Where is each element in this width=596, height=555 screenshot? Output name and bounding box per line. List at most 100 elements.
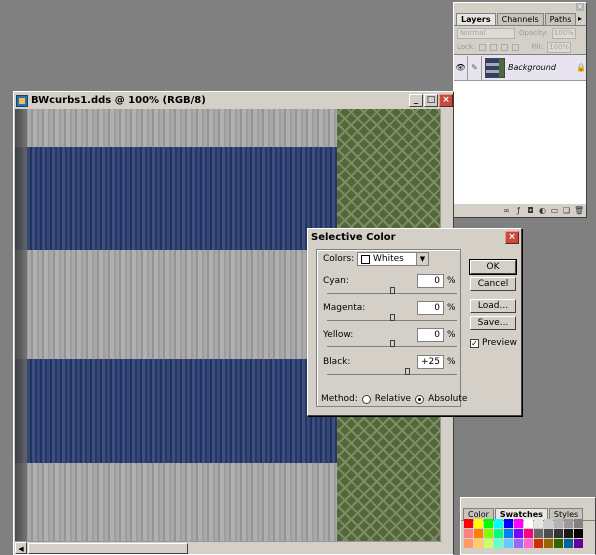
black-slider-thumb[interactable]	[405, 368, 410, 375]
swatch-cell[interactable]	[494, 519, 503, 528]
swatch-cell[interactable]	[464, 519, 473, 528]
mask-icon[interactable]: ◘	[526, 206, 535, 215]
absolute-label: Absolute	[428, 394, 468, 404]
cyan-slider[interactable]	[327, 287, 457, 294]
brush-icon[interactable]: ✎	[468, 55, 482, 80]
swatch-cell[interactable]	[544, 529, 553, 538]
texture-blue-band	[15, 359, 337, 463]
scroll-left-icon[interactable]: ◀	[15, 542, 27, 554]
lock-image-icon[interactable]	[490, 43, 498, 51]
palette-titlebar[interactable]: ×	[454, 3, 586, 12]
layer-row-background[interactable]: 👁 ✎ Background 🔒	[454, 55, 586, 81]
load-button[interactable]: Load...	[470, 299, 516, 313]
swatch-cell[interactable]	[524, 529, 533, 538]
minimize-button[interactable]: _	[409, 94, 423, 107]
adjustment-layer-icon[interactable]: ◐	[538, 206, 547, 215]
swatch-cell[interactable]	[464, 539, 473, 548]
tab-paths[interactable]: Paths	[544, 13, 577, 25]
layer-style-icon[interactable]: ƒ	[514, 206, 523, 215]
preview-checkbox[interactable]: ✓ Preview	[470, 338, 517, 348]
swatch-cell[interactable]	[514, 539, 523, 548]
close-icon[interactable]: ×	[576, 3, 584, 11]
checkbox-check-icon[interactable]: ✓	[470, 338, 479, 348]
magenta-slider[interactable]	[327, 314, 457, 321]
magenta-field[interactable]: 0	[417, 301, 444, 315]
link-icon[interactable]: ∞	[502, 206, 511, 215]
document-titlebar[interactable]: BWcurbs1.dds @ 100% (RGB/8) _ □ ×	[14, 92, 453, 109]
blend-mode-select[interactable]: Normal	[457, 27, 515, 39]
swatch-cell[interactable]	[554, 539, 563, 548]
dialog-titlebar[interactable]: Selective Color ×	[308, 229, 521, 246]
fill-field[interactable]: 100%	[547, 41, 572, 53]
maximize-button[interactable]: □	[424, 94, 438, 107]
dialog-close-button[interactable]: ×	[505, 231, 519, 244]
swatch-cell[interactable]	[524, 519, 533, 528]
swatch-cell[interactable]	[514, 519, 523, 528]
cancel-button[interactable]: Cancel	[470, 277, 516, 291]
swatch-cell[interactable]	[504, 519, 513, 528]
cyan-slider-thumb[interactable]	[390, 287, 395, 294]
horizontal-scrollbar[interactable]: ◀	[15, 541, 442, 554]
black-field[interactable]: +25	[417, 355, 444, 369]
yellow-slider-thumb[interactable]	[390, 340, 395, 347]
swatch-cell[interactable]	[534, 529, 543, 538]
swatch-cell[interactable]	[494, 529, 503, 538]
save-button[interactable]: Save...	[470, 316, 516, 330]
swatch-cell[interactable]	[534, 519, 543, 528]
swatch-cell[interactable]	[494, 539, 503, 548]
swatch-cell[interactable]	[474, 519, 483, 528]
magenta-slider-thumb[interactable]	[390, 314, 395, 321]
lock-all-icon[interactable]	[512, 43, 520, 51]
yellow-field[interactable]: 0	[417, 328, 444, 342]
swatch-cell[interactable]	[504, 539, 513, 548]
selective-color-dialog: Selective Color × Colors: Whites ▼ Cyan:…	[307, 228, 522, 416]
swatch-cell[interactable]	[544, 519, 553, 528]
folder-icon[interactable]: ▭	[550, 206, 559, 215]
layers-tabs: Layers Channels Paths ▸	[454, 12, 586, 26]
swatch-cell[interactable]	[564, 539, 573, 548]
lock-position-icon[interactable]	[501, 43, 509, 51]
swatch-cell[interactable]	[464, 529, 473, 538]
cyan-field[interactable]: 0	[417, 274, 444, 288]
swatch-cell[interactable]	[554, 529, 563, 538]
absolute-radio[interactable]	[415, 394, 425, 404]
swatch-cell[interactable]	[524, 539, 533, 548]
relative-radio[interactable]	[361, 394, 371, 404]
swatch-cell[interactable]	[484, 519, 493, 528]
trash-icon[interactable]: 🗑	[574, 206, 584, 215]
colors-select[interactable]: Whites ▼	[357, 252, 429, 266]
swatch-cell[interactable]	[474, 539, 483, 548]
swatch-cell[interactable]	[484, 539, 493, 548]
black-slider[interactable]	[327, 368, 457, 375]
chevron-down-icon[interactable]: ▼	[416, 253, 428, 265]
palette-menu-arrow-icon[interactable]: ▸	[578, 14, 582, 23]
swatch-grid	[464, 519, 592, 548]
swatch-cell[interactable]	[544, 539, 553, 548]
swatch-cell[interactable]	[554, 519, 563, 528]
eye-icon[interactable]: 👁	[454, 55, 468, 80]
new-layer-icon[interactable]: ❏	[562, 206, 571, 215]
swatch-cell[interactable]	[514, 529, 523, 538]
swatch-cell[interactable]	[574, 529, 583, 538]
swatch-cell[interactable]	[534, 539, 543, 548]
palette-titlebar[interactable]	[461, 498, 595, 507]
layers-palette: × Layers Channels Paths ▸ Normal Opacity…	[453, 2, 587, 218]
ok-button[interactable]: OK	[469, 259, 517, 275]
tab-layers[interactable]: Layers	[456, 13, 496, 25]
black-label: Black:	[323, 357, 351, 367]
scroll-thumb[interactable]	[28, 542, 188, 554]
yellow-slider[interactable]	[327, 340, 457, 347]
preview-label: Preview	[482, 338, 518, 348]
swatch-cell[interactable]	[564, 519, 573, 528]
swatch-cell[interactable]	[564, 529, 573, 538]
swatch-cell[interactable]	[504, 529, 513, 538]
lock-transparent-icon[interactable]	[479, 43, 487, 51]
texture-dark-edge	[15, 109, 27, 542]
tab-channels[interactable]: Channels	[496, 13, 544, 25]
close-button[interactable]: ×	[439, 94, 453, 107]
swatch-cell[interactable]	[574, 519, 583, 528]
swatch-cell[interactable]	[574, 539, 583, 548]
swatch-cell[interactable]	[484, 529, 493, 538]
opacity-field[interactable]: 100%	[551, 27, 576, 39]
swatch-cell[interactable]	[474, 529, 483, 538]
